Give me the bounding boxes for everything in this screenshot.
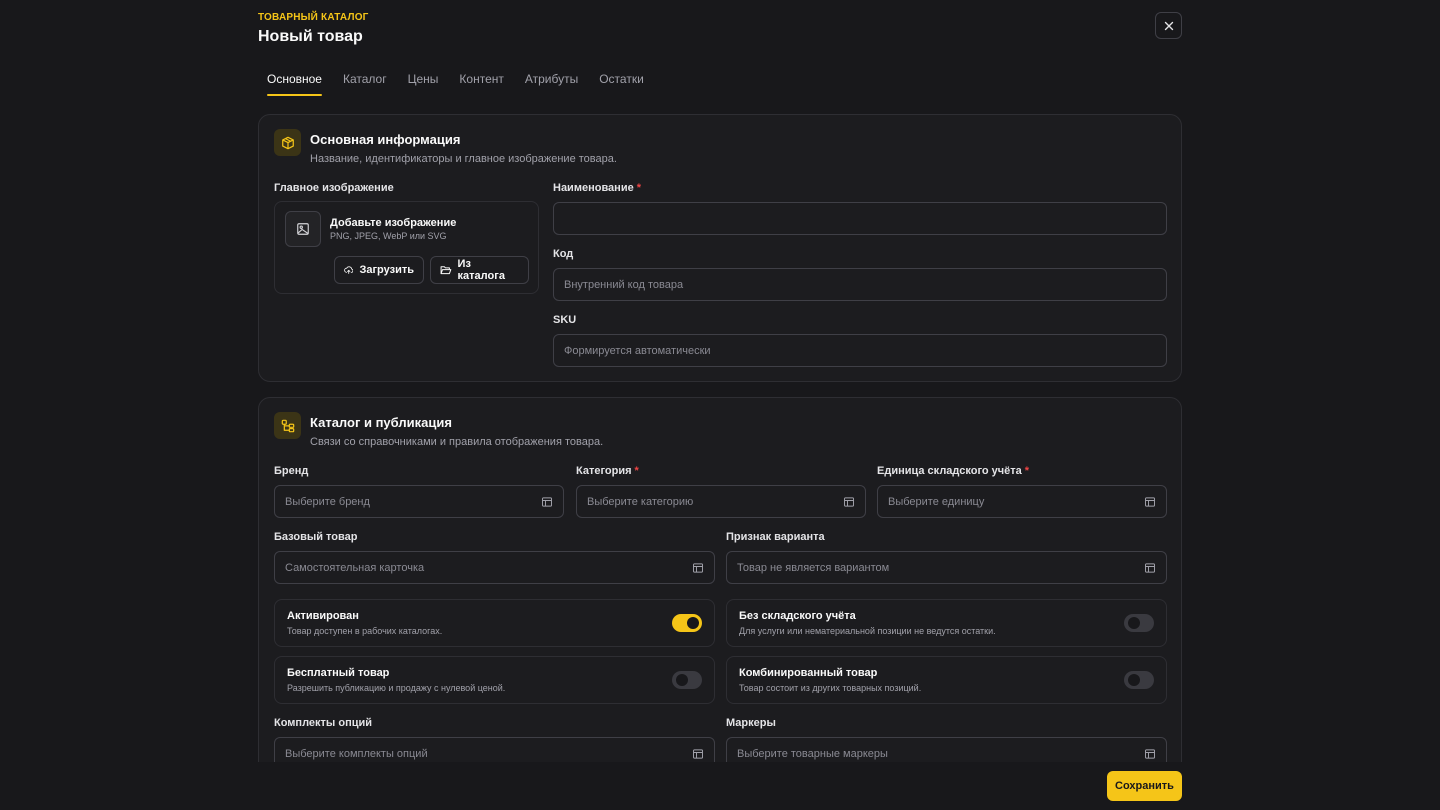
name-input[interactable] (553, 202, 1167, 235)
tab-prices[interactable]: Цены (408, 70, 439, 96)
hierarchy-icon (274, 412, 301, 439)
page-eyebrow: ТОВАРНЫЙ КАТАЛОГ (258, 12, 369, 23)
toggle-free-title: Бесплатный товар (287, 667, 390, 679)
no-stock-switch[interactable] (1124, 614, 1154, 632)
free-switch[interactable] (672, 671, 702, 689)
brand-placeholder: Выберите бренд (285, 495, 370, 508)
category-select[interactable]: Выберите категорию (576, 485, 866, 518)
tab-stock[interactable]: Остатки (599, 70, 644, 96)
list-picker-icon (693, 562, 703, 573)
basic-info-card: Основная информация Название, идентифика… (258, 114, 1182, 382)
list-picker-icon (1145, 748, 1155, 759)
combined-switch[interactable] (1124, 671, 1154, 689)
sku-placeholder: Формируется автоматически (564, 344, 711, 357)
base-product-placeholder: Самостоятельная карточка (285, 561, 425, 574)
variant-select[interactable]: Товар не является вариантом (726, 551, 1167, 584)
dialog: ТОВАРНЫЙ КАТАЛОГ Новый товар Основное Ка… (258, 0, 1182, 810)
markers-placeholder: Выберите товарные маркеры (737, 747, 888, 760)
list-picker-icon (1145, 496, 1155, 507)
options-label: Комплекты опций (274, 717, 373, 729)
unit-placeholder: Выберите единицу (888, 495, 985, 508)
toggle-no-stock-subtitle: Для услуги или нематериальной позиции не… (739, 626, 996, 636)
folder-open-icon (440, 266, 452, 275)
image-formats: PNG, JPEG, WebP или SVG (330, 231, 447, 241)
list-picker-icon (1145, 562, 1155, 573)
sku-label: SKU (553, 314, 577, 326)
catalog-title: Каталог и публикация (310, 415, 452, 430)
image-placeholder-icon (285, 211, 321, 247)
tab-content[interactable]: Контент (459, 70, 503, 96)
toggle-combined-card: Комбинированный товар Товар состоит из д… (726, 656, 1167, 704)
brand-select[interactable]: Выберите бренд (274, 485, 564, 518)
cloud-upload-icon (344, 266, 354, 274)
options-placeholder: Выберите комплекты опций (285, 747, 428, 760)
code-input[interactable]: Внутренний код товара (553, 268, 1167, 301)
toggle-no-stock-card: Без складского учёта Для услуги или нема… (726, 599, 1167, 647)
save-button[interactable]: Сохранить (1107, 771, 1182, 801)
from-catalog-button[interactable]: Из каталога (430, 256, 529, 284)
box-icon (274, 129, 301, 156)
markers-label: Маркеры (726, 717, 776, 729)
base-product-select[interactable]: Самостоятельная карточка (274, 551, 715, 584)
basic-info-title: Основная информация (310, 132, 461, 147)
list-picker-icon (844, 496, 854, 507)
unit-select[interactable]: Выберите единицу (877, 485, 1167, 518)
image-dropzone[interactable]: Добавьте изображение PNG, JPEG, WebP или… (274, 201, 539, 294)
active-switch[interactable] (672, 614, 702, 632)
toggle-no-stock-title: Без складского учёта (739, 610, 856, 622)
code-label: Код (553, 248, 574, 260)
basic-info-header: Основная информация Название, идентифика… (274, 129, 617, 165)
page-title: Новый товар (258, 28, 363, 45)
toggle-free-card: Бесплатный товар Разрешить публикацию и … (274, 656, 715, 704)
tab-catalog[interactable]: Каталог (343, 70, 387, 96)
toggle-active-title: Активирован (287, 610, 359, 622)
toggle-combined-subtitle: Товар состоит из других товарных позиций… (739, 683, 922, 693)
catalog-publication-card: Каталог и публикация Связи со справочник… (258, 397, 1182, 810)
sku-input[interactable]: Формируется автоматически (553, 334, 1167, 367)
toggle-active-card: Активирован Товар доступен в рабочих кат… (274, 599, 715, 647)
footer-bar (0, 762, 1440, 810)
list-picker-icon (693, 748, 703, 759)
tab-basic[interactable]: Основное (267, 70, 322, 96)
toggle-active-subtitle: Товар доступен в рабочих каталогах. (287, 626, 443, 636)
name-label: Наименование * (553, 182, 641, 194)
from-catalog-label: Из каталога (457, 258, 505, 282)
list-picker-icon (542, 496, 552, 507)
unit-label: Единица складского учёта * (877, 465, 1030, 477)
upload-button[interactable]: Загрузить (334, 256, 424, 284)
catalog-subtitle: Связи со справочниками и правила отображ… (310, 436, 604, 448)
basic-info-subtitle: Название, идентификаторы и главное изобр… (310, 153, 617, 165)
tab-attributes[interactable]: Атрибуты (525, 70, 578, 96)
image-label: Главное изображение (274, 182, 394, 194)
toggle-combined-title: Комбинированный товар (739, 667, 878, 679)
variant-placeholder: Товар не является вариантом (737, 561, 890, 574)
toggle-free-subtitle: Разрешить публикацию и продажу с нулевой… (287, 683, 506, 693)
category-label: Категория * (576, 465, 639, 477)
close-button[interactable] (1155, 12, 1182, 39)
upload-label: Загрузить (359, 264, 414, 276)
brand-label: Бренд (274, 465, 309, 477)
tab-bar: Основное Каталог Цены Контент Атрибуты О… (267, 70, 665, 96)
variant-label: Признак варианта (726, 531, 825, 543)
category-placeholder: Выберите категорию (587, 495, 694, 508)
base-product-label: Базовый товар (274, 531, 358, 543)
code-placeholder: Внутренний код товара (564, 278, 684, 291)
catalog-header: Каталог и публикация Связи со справочник… (274, 412, 603, 448)
image-title: Добавьте изображение (330, 217, 457, 229)
close-icon (1164, 21, 1173, 30)
